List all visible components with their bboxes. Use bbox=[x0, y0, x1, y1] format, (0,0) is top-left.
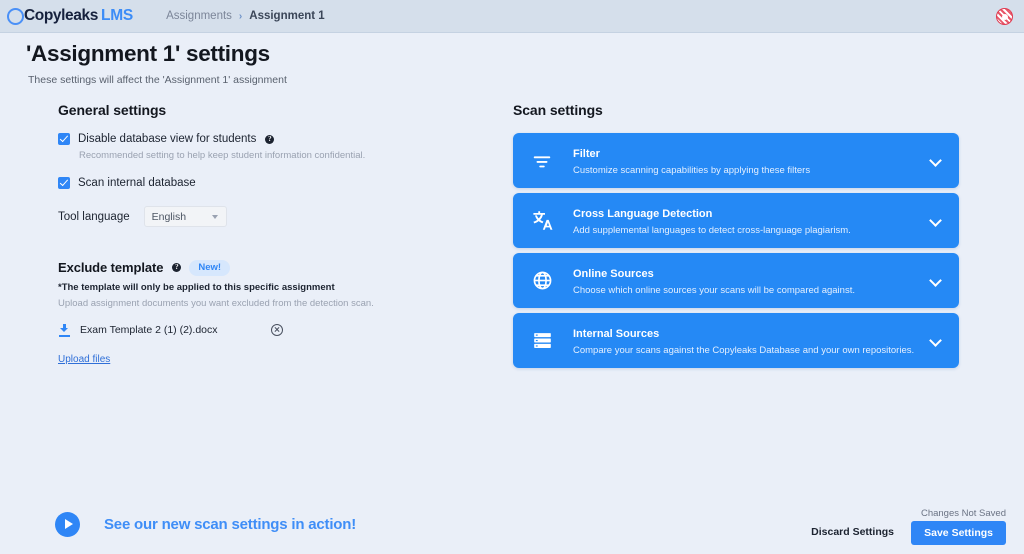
translate-icon bbox=[530, 209, 554, 233]
general-settings-column: General settings Disable database view f… bbox=[58, 102, 478, 367]
scan-card-filter[interactable]: Filter Customize scanning capabilities b… bbox=[513, 133, 959, 188]
exclude-template-description: Upload assignment documents you want exc… bbox=[58, 297, 374, 309]
tool-language-row: Tool language English bbox=[58, 206, 478, 227]
uploaded-file-row: Exam Template 2 (1) (2).docx bbox=[58, 323, 478, 337]
card-title: Cross Language Detection bbox=[573, 208, 713, 221]
changes-status: Changes Not Saved bbox=[920, 508, 1006, 519]
exclude-template-header: Exclude template ? New! bbox=[58, 260, 478, 276]
discard-settings-button[interactable]: Discard Settings bbox=[811, 526, 894, 538]
breadcrumb-current: Assignment 1 bbox=[249, 10, 325, 22]
new-badge: New! bbox=[189, 260, 231, 276]
option-label: Disable database view for students bbox=[78, 133, 257, 145]
tool-language-select[interactable]: English bbox=[143, 206, 227, 227]
remove-file-button[interactable] bbox=[270, 324, 283, 336]
tool-language-value: English bbox=[151, 210, 187, 223]
tool-language-label: Tool language bbox=[58, 210, 130, 223]
option-hint: Recommended setting to help keep student… bbox=[79, 150, 366, 161]
page-title: 'Assignment 1' settings bbox=[26, 41, 270, 66]
globe-icon bbox=[530, 269, 554, 293]
filter-icon bbox=[530, 149, 554, 173]
logo-suffix: LMS bbox=[100, 7, 134, 25]
scan-card-cross-language-detection[interactable]: Cross Language Detection Add supplementa… bbox=[513, 193, 959, 248]
chevron-down-icon[interactable] bbox=[930, 335, 941, 346]
download-icon[interactable] bbox=[58, 323, 71, 337]
card-title: Filter bbox=[573, 148, 600, 161]
scan-card-online-sources[interactable]: Online Sources Choose which online sourc… bbox=[513, 253, 959, 308]
chevron-down-icon[interactable] bbox=[930, 215, 941, 226]
option-disable-database-view[interactable]: Disable database view for students ? bbox=[58, 133, 478, 145]
logo-name: Copyleaks bbox=[24, 7, 98, 25]
page-subtitle: These settings will affect the 'Assignme… bbox=[28, 74, 287, 86]
copyleaks-logo[interactable]: Copyleaks LMS bbox=[7, 7, 134, 25]
checkbox-disable-database-view[interactable] bbox=[58, 133, 70, 145]
general-settings-title: General settings bbox=[58, 102, 167, 118]
option-label: Scan internal database bbox=[78, 177, 196, 189]
chevron-right-icon: › bbox=[238, 10, 243, 22]
scan-settings-column: Scan settings Filter Customize scanning … bbox=[513, 102, 959, 373]
logo-ring-icon bbox=[7, 7, 24, 25]
help-icon[interactable]: ? bbox=[172, 263, 182, 273]
card-description: Add supplemental languages to detect cro… bbox=[573, 225, 851, 237]
card-title: Internal Sources bbox=[573, 328, 660, 341]
upload-files-link[interactable]: Upload files bbox=[58, 354, 110, 365]
card-description: Customize scanning capabilities by apply… bbox=[573, 165, 811, 177]
exclude-template-section: Exclude template ? New! *The template wi… bbox=[58, 260, 478, 367]
card-title: Online Sources bbox=[573, 268, 654, 281]
file-name: Exam Template 2 (1) (2).docx bbox=[80, 324, 218, 336]
video-link-label[interactable]: See our new scan settings in action! bbox=[104, 516, 356, 533]
scan-settings-title: Scan settings bbox=[513, 102, 603, 118]
chevron-down-icon bbox=[211, 215, 218, 219]
avatar[interactable] bbox=[996, 8, 1013, 25]
breadcrumb-assignments-link[interactable]: Assignments bbox=[166, 10, 232, 22]
option-scan-internal-database[interactable]: Scan internal database bbox=[58, 177, 478, 189]
help-icon[interactable]: ? bbox=[265, 134, 275, 144]
breadcrumb: Assignments › Assignment 1 bbox=[166, 10, 325, 22]
chevron-down-icon[interactable] bbox=[930, 275, 941, 286]
card-description: Choose which online sources your scans w… bbox=[573, 285, 855, 297]
checkbox-scan-internal-database[interactable] bbox=[58, 177, 70, 189]
save-settings-button[interactable]: Save Settings bbox=[911, 521, 1006, 545]
scan-card-internal-sources[interactable]: Internal Sources Compare your scans agai… bbox=[513, 313, 959, 368]
exclude-template-title: Exclude template bbox=[58, 260, 164, 276]
video-promo[interactable]: See our new scan settings in action! bbox=[55, 512, 356, 537]
card-description: Compare your scans against the Copyleaks… bbox=[573, 345, 915, 357]
top-bar: Copyleaks LMS Assignments › Assignment 1 bbox=[0, 0, 1024, 33]
play-icon[interactable] bbox=[55, 512, 80, 537]
chevron-down-icon[interactable] bbox=[930, 155, 941, 166]
exclude-template-note: *The template will only be applied to th… bbox=[58, 281, 335, 293]
database-icon bbox=[530, 329, 554, 353]
